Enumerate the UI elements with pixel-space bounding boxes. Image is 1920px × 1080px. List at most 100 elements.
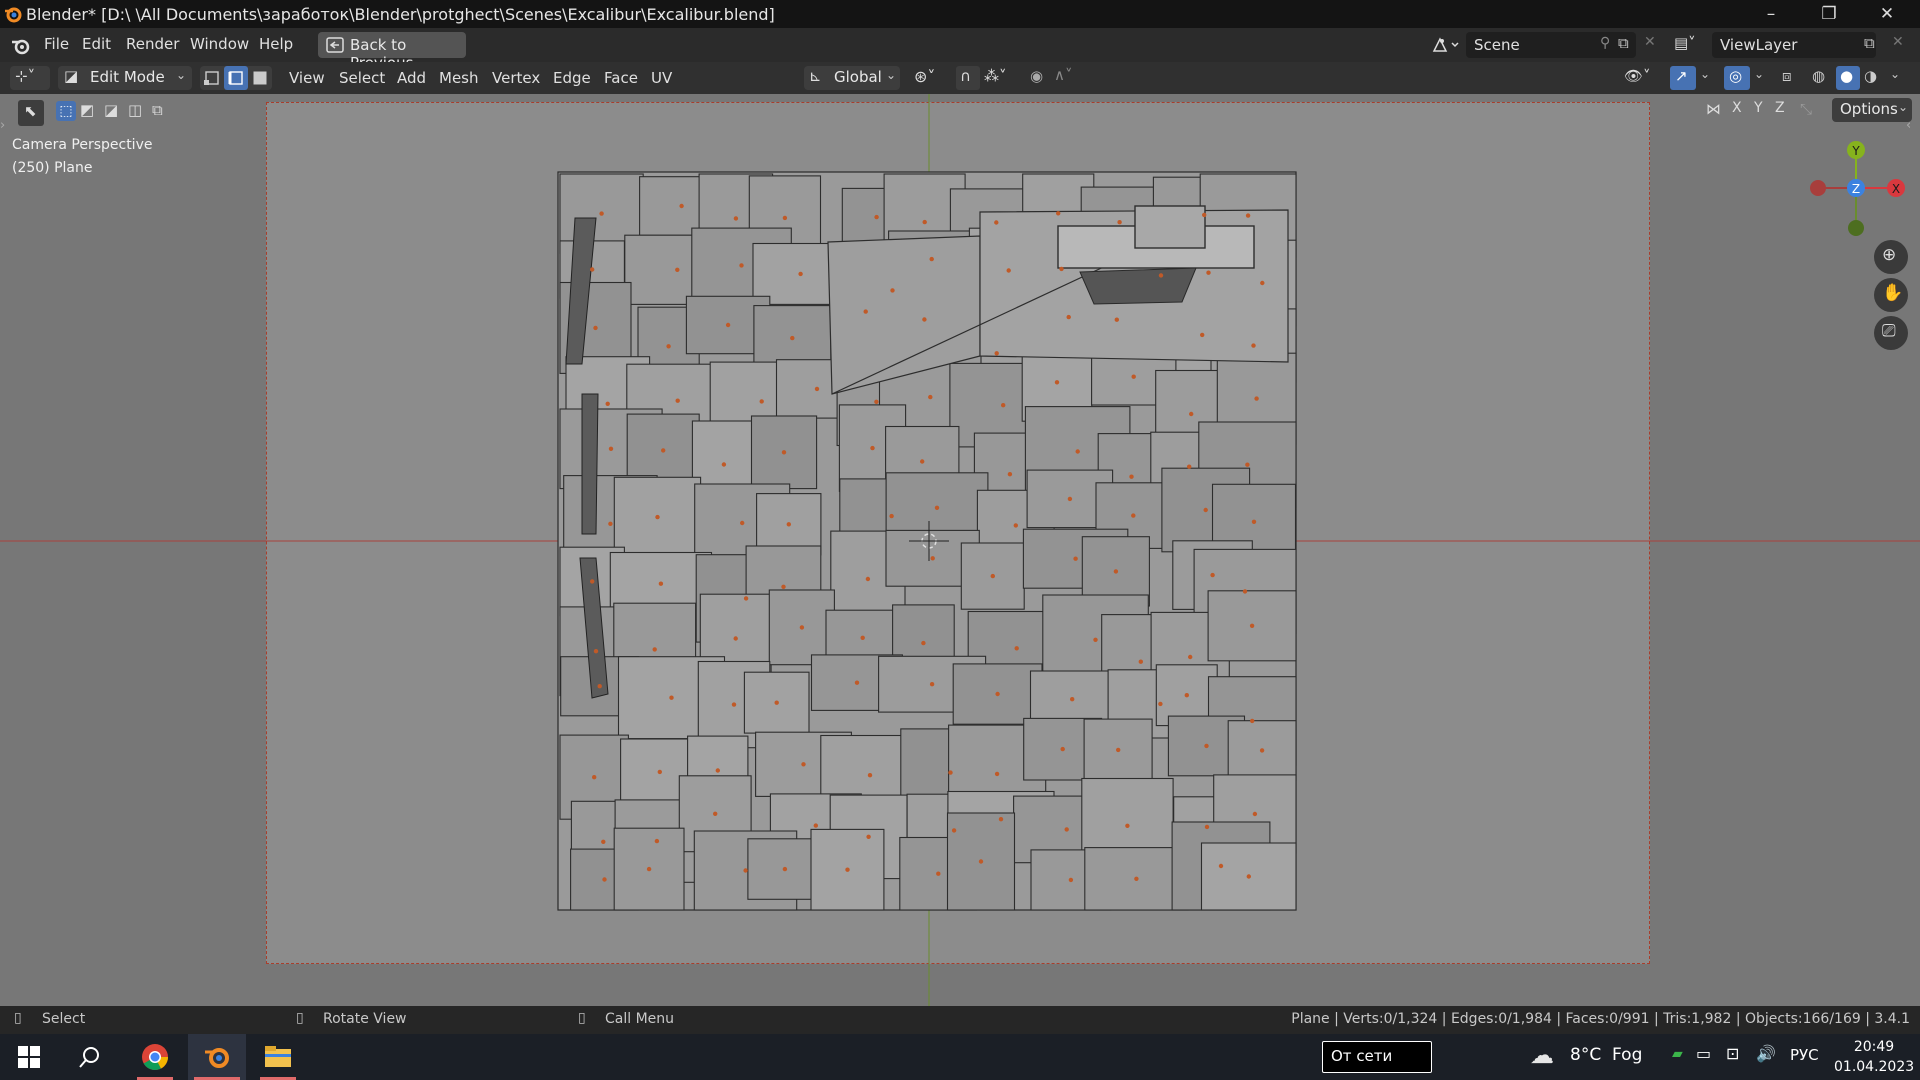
- clock[interactable]: 20:49 01.04.2023: [1834, 1037, 1914, 1079]
- tray-app-icon[interactable]: ▰: [1672, 1046, 1683, 1062]
- weather-text[interactable]: 8°C Fog: [1570, 1045, 1642, 1065]
- delete-view-layer-icon[interactable]: ✕: [1892, 34, 1904, 50]
- face-center-dot: [1064, 827, 1069, 832]
- snap-target-icon[interactable]: ⁂˅: [984, 67, 1007, 85]
- face-center-dot: [774, 700, 779, 705]
- menu-view[interactable]: View: [289, 69, 325, 87]
- 3d-viewport[interactable]: ⬉ ⬚ ◩ ◪ ◫ ⧉ Camera Perspective (250) Pla…: [0, 94, 1920, 1006]
- gizmo-neg-x-icon[interactable]: [1810, 180, 1826, 196]
- wireframe-shading-icon[interactable]: ◍: [1812, 67, 1825, 85]
- face-center-dot: [948, 770, 953, 775]
- menu-add[interactable]: Add: [397, 69, 426, 87]
- menu-render[interactable]: Render: [126, 35, 179, 53]
- battery-icon[interactable]: ▭: [1696, 1044, 1711, 1063]
- gizmo-toggle-icon[interactable]: ↗: [1670, 66, 1696, 90]
- face-center-dot: [1187, 464, 1192, 469]
- face-center-dot: [936, 871, 941, 876]
- face-center-dot: [1001, 403, 1006, 408]
- new-scene-icon[interactable]: ⧉: [1618, 34, 1629, 52]
- face-center-dot: [854, 680, 860, 685]
- camera-view-icon[interactable]: ⎚: [1874, 316, 1908, 350]
- menu-file[interactable]: File: [44, 35, 69, 53]
- new-view-layer-icon[interactable]: ⧉: [1864, 34, 1875, 52]
- menu-window[interactable]: Window: [190, 35, 249, 53]
- edge-select-icon[interactable]: [224, 66, 248, 90]
- face-center-dot: [781, 584, 786, 589]
- face-center-dot: [798, 271, 803, 277]
- menu-edit[interactable]: Edit: [82, 35, 111, 53]
- network-icon[interactable]: ⊡: [1726, 1044, 1739, 1063]
- toolbar-toggle-icon[interactable]: ›: [0, 118, 5, 133]
- zoom-icon[interactable]: ⊕: [1874, 240, 1908, 274]
- menu-face[interactable]: Face: [604, 69, 638, 87]
- material-shading-icon[interactable]: ◑: [1864, 67, 1877, 85]
- pivot-point-icon[interactable]: ⊛˅: [914, 67, 935, 86]
- back-to-previous-button[interactable]: Back to Previous: [318, 32, 466, 72]
- face-center-dot: [782, 215, 788, 221]
- view-layer-selector-icon[interactable]: ▤˅: [1674, 34, 1696, 52]
- menu-edge[interactable]: Edge: [553, 69, 591, 87]
- face-center-dot: [608, 446, 614, 451]
- face-center-dot: [1254, 396, 1259, 401]
- input-language[interactable]: РУС: [1790, 1046, 1819, 1064]
- editor-type-button[interactable]: ⊹˅: [10, 66, 50, 90]
- face-center-dot: [994, 771, 1000, 777]
- face-center-dot: [601, 839, 606, 844]
- view-layer-field[interactable]: ViewLayer: [1712, 32, 1876, 58]
- navigation-gizmo[interactable]: Y X Z: [1800, 136, 1910, 256]
- overlays-toggle-icon[interactable]: ◎: [1724, 66, 1750, 90]
- menu-vertex[interactable]: Vertex: [492, 69, 540, 87]
- solid-sphere-icon: ●: [1840, 67, 1854, 85]
- chevron-down-icon[interactable]: ⌄: [1700, 67, 1710, 81]
- network-status-text: От сети: [1331, 1047, 1393, 1065]
- pin-icon[interactable]: ⚲: [1600, 35, 1610, 51]
- face-center-dot: [666, 344, 671, 349]
- delete-scene-icon[interactable]: ✕: [1644, 34, 1656, 50]
- chrome-taskbar-icon[interactable]: [129, 1034, 181, 1080]
- face-center-dot: [1075, 449, 1080, 454]
- menu-mesh[interactable]: Mesh: [439, 69, 479, 87]
- blender-taskbar-icon[interactable]: [188, 1034, 246, 1080]
- windows-start-icon[interactable]: [18, 1046, 40, 1068]
- blender-menu-icon[interactable]: [10, 36, 32, 56]
- face-center-dot: [605, 401, 610, 406]
- face-center-dot: [1210, 572, 1215, 578]
- proportional-edit-icon[interactable]: ◉: [1030, 67, 1043, 85]
- face-center-dot: [1203, 507, 1208, 513]
- file-explorer-taskbar-icon[interactable]: [252, 1034, 304, 1080]
- sidebar-toggle-icon[interactable]: ‹: [1906, 118, 1911, 133]
- face-center-dot: [1093, 637, 1098, 642]
- chevron-down-icon[interactable]: ⌄: [1890, 67, 1900, 81]
- close-button[interactable]: ✕: [1858, 0, 1916, 28]
- face-center-dot: [1113, 569, 1119, 574]
- face-center-dot: [1054, 380, 1060, 385]
- scene-selector-icon[interactable]: [1430, 35, 1462, 55]
- mode-dropdown[interactable]: ◪ Edit Mode ⌄: [58, 66, 192, 90]
- gizmo-neg-y-icon[interactable]: [1848, 220, 1864, 236]
- face-select-icon[interactable]: [250, 68, 270, 88]
- gizmo-x-label: X: [1892, 182, 1900, 196]
- maximize-button[interactable]: ❐: [1800, 0, 1858, 28]
- face-center-dot: [786, 522, 791, 527]
- face-center-dot: [994, 351, 999, 356]
- pan-hand-icon[interactable]: ✋: [1874, 278, 1908, 312]
- menu-select[interactable]: Select: [339, 69, 385, 87]
- mouse-left-icon: ▯: [14, 1010, 22, 1026]
- face-center-dot: [929, 682, 935, 687]
- search-icon[interactable]: [78, 1046, 102, 1070]
- falloff-icon[interactable]: ∧˅: [1054, 66, 1072, 84]
- menu-help[interactable]: Help: [259, 35, 293, 53]
- xray-toggle-icon[interactable]: ⧈: [1782, 67, 1792, 85]
- face-center-dot: [874, 399, 879, 404]
- chevron-down-icon[interactable]: ⌄: [1754, 67, 1764, 81]
- volume-icon[interactable]: 🔊: [1756, 1044, 1776, 1063]
- transform-orientation-dropdown[interactable]: ⊾ Global ⌄: [804, 66, 900, 90]
- solid-shading-icon[interactable]: ●: [1836, 66, 1860, 90]
- vertex-select-icon[interactable]: [202, 68, 222, 88]
- menu-uv[interactable]: UV: [651, 69, 672, 87]
- scene-name-field[interactable]: Scene ⚲: [1466, 32, 1636, 58]
- face-center-dot: [1131, 513, 1136, 518]
- snap-toggle-icon[interactable]: ∩: [956, 66, 980, 90]
- visibility-eye-icon[interactable]: 👁˅: [1624, 67, 1651, 85]
- minimize-button[interactable]: –: [1742, 0, 1800, 28]
